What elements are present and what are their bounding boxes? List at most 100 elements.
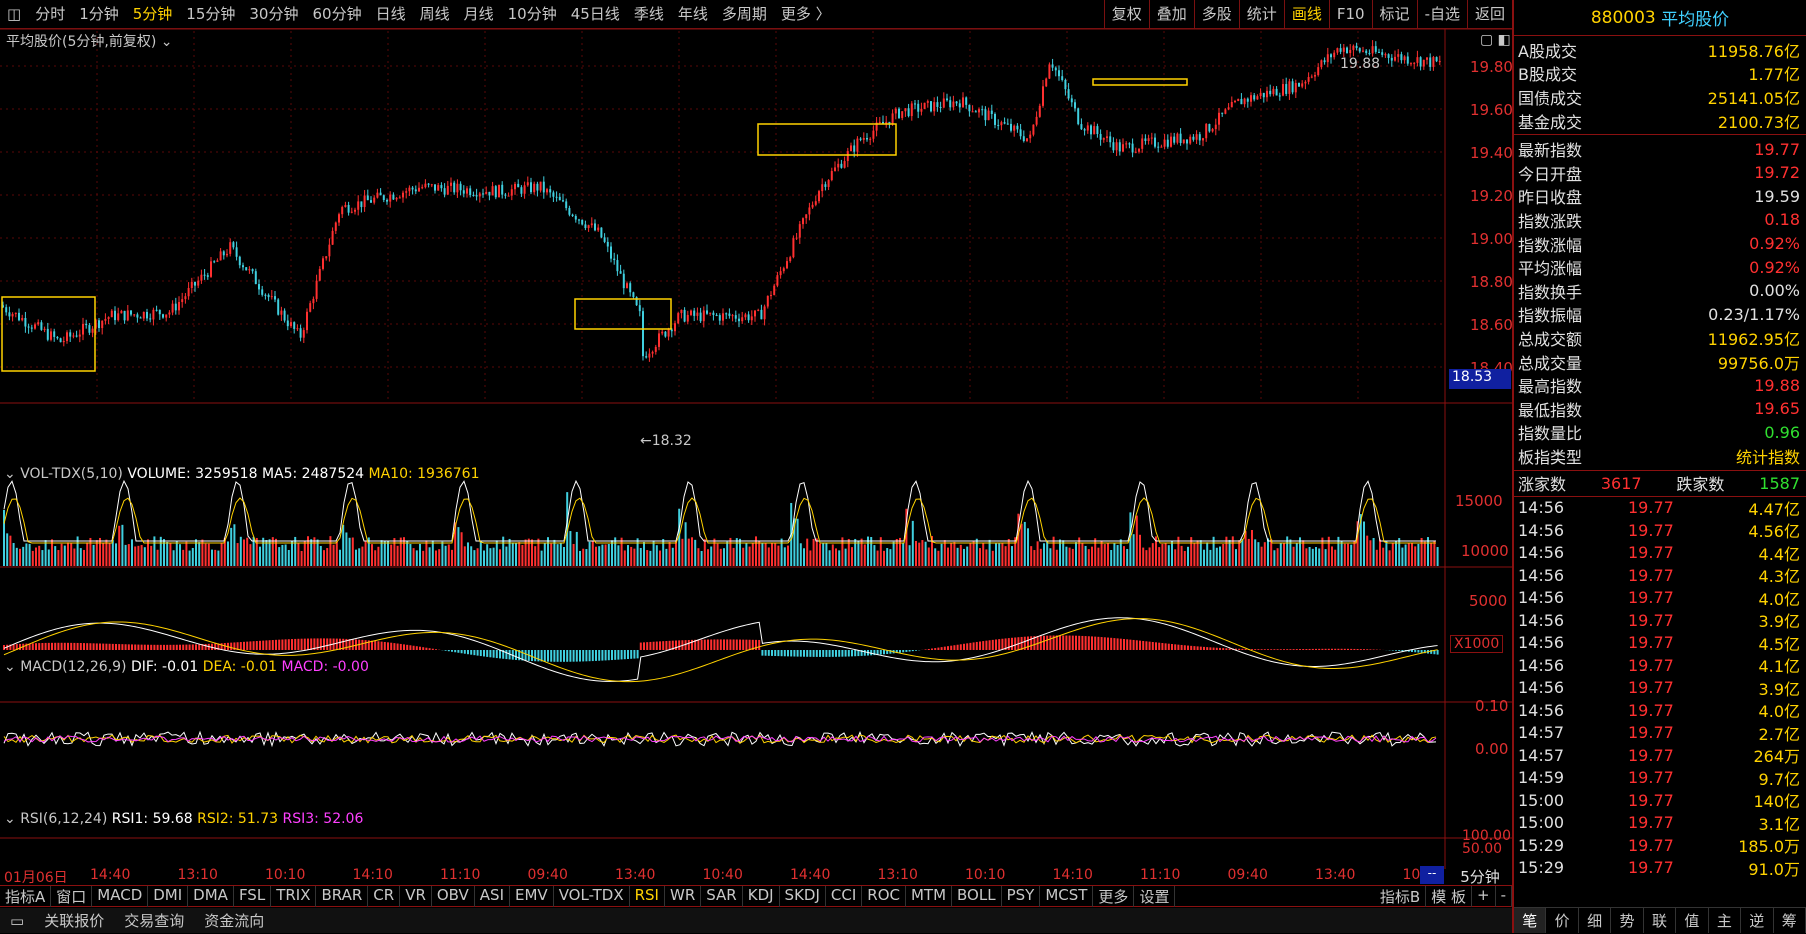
- indicator-tab[interactable]: 窗口: [51, 885, 93, 907]
- indicator-tab[interactable]: RSI: [630, 885, 665, 907]
- footer-quote[interactable]: 关联报价: [34, 910, 114, 931]
- indicator-tab[interactable]: BRAR: [316, 885, 369, 907]
- candle-body: [997, 124, 1000, 126]
- candle-body: [117, 313, 120, 321]
- vol-y-10000: 10000: [1461, 542, 1509, 560]
- sidebar-tab[interactable]: 主: [1709, 908, 1742, 933]
- period-tab[interactable]: 5分钟: [126, 0, 180, 29]
- indicator-control[interactable]: -: [1496, 885, 1512, 907]
- candle-body: [1054, 67, 1057, 71]
- indicator-tab[interactable]: TRIX: [271, 885, 317, 907]
- indicator-control[interactable]: 模 板: [1426, 885, 1472, 907]
- toolbar-button[interactable]: 统计: [1238, 0, 1284, 29]
- candle-body: [616, 260, 619, 272]
- chevron-down-icon[interactable]: ⌄: [4, 659, 16, 675]
- sidebar-tab[interactable]: 联: [1644, 908, 1677, 933]
- indicator-tab[interactable]: DMI: [148, 885, 189, 907]
- indicator-tab[interactable]: SAR: [701, 885, 743, 907]
- candle-body: [773, 285, 776, 296]
- indicator-tab[interactable]: CCI: [826, 885, 863, 907]
- candle-body: [238, 256, 241, 266]
- time-label: 10:40: [702, 867, 743, 883]
- indicator-tab[interactable]: 设置: [1134, 885, 1176, 907]
- candle-body: [1211, 129, 1214, 132]
- period-tab[interactable]: 日线: [369, 0, 413, 29]
- indicator-tab[interactable]: KDJ: [743, 885, 780, 907]
- indicator-tab[interactable]: SKDJ: [780, 885, 826, 907]
- indicator-tab[interactable]: MACD: [92, 885, 149, 907]
- sidebar-tab[interactable]: 细: [1579, 908, 1612, 933]
- window-icon[interactable]: ◫: [0, 0, 28, 29]
- indicator-tab[interactable]: OBV: [432, 885, 475, 907]
- candle-body: [946, 98, 948, 101]
- period-label[interactable]: 5分钟: [1450, 866, 1510, 886]
- indicator-tab[interactable]: BOLL: [952, 885, 1002, 907]
- toolbar-button[interactable]: F10: [1328, 0, 1372, 29]
- quote-value: 99756.0万: [1717, 353, 1800, 373]
- candle-body: [392, 194, 395, 200]
- quote-row: 平均涨幅 0.92%: [1514, 255, 1806, 279]
- indicator-control[interactable]: 指标B: [1375, 885, 1427, 907]
- indicator-tab[interactable]: ROC: [862, 885, 906, 907]
- sidebar-tab[interactable]: 笔: [1514, 908, 1547, 933]
- candle-body: [424, 183, 427, 188]
- period-tab[interactable]: 更多 〉: [774, 0, 838, 29]
- indicator-tab[interactable]: CR: [368, 885, 401, 907]
- candle-body: [1051, 64, 1054, 68]
- period-tab[interactable]: 多周期: [715, 0, 774, 29]
- chart-canvas[interactable]: [0, 29, 1512, 869]
- period-tab[interactable]: 30分钟: [242, 0, 305, 29]
- rsi-rsi2: RSI2: 51.73: [197, 811, 279, 827]
- sidebar-tab[interactable]: 逆: [1741, 908, 1774, 933]
- candle-body: [210, 261, 212, 277]
- tick-cell: 14:59: [1518, 768, 1565, 788]
- chevron-down-icon[interactable]: ⌄: [4, 811, 16, 827]
- indicator-tab[interactable]: MCST: [1040, 885, 1094, 907]
- indicator-tab[interactable]: VOL-TDX: [554, 885, 630, 907]
- period-tab[interactable]: 月线: [457, 0, 501, 29]
- period-tab[interactable]: 60分钟: [305, 0, 368, 29]
- menu-icon[interactable]: ▭: [0, 912, 34, 930]
- toolbar-button[interactable]: 叠加: [1148, 0, 1194, 29]
- sidebar-tab[interactable]: 值: [1676, 908, 1709, 933]
- period-tab[interactable]: 45日线: [564, 0, 627, 29]
- indicator-tab[interactable]: EMV: [510, 885, 554, 907]
- indicator-tab[interactable]: FSL: [234, 885, 272, 907]
- indicator-tab[interactable]: ASI: [475, 885, 510, 907]
- indicator-tab[interactable]: MTM: [906, 885, 953, 907]
- candle-body: [488, 191, 491, 196]
- indicator-tab[interactable]: WR: [665, 885, 702, 907]
- candle-body: [757, 309, 760, 311]
- indicator-tab[interactable]: 指标A: [0, 885, 52, 907]
- sidebar-tab[interactable]: 筹: [1774, 908, 1806, 933]
- period-tab[interactable]: 周线: [413, 0, 457, 29]
- chevron-down-icon[interactable]: ⌄: [4, 466, 16, 482]
- period-tab[interactable]: 季线: [627, 0, 671, 29]
- indicator-tab[interactable]: PSY: [1002, 885, 1041, 907]
- candle-body: [190, 281, 193, 288]
- sidebar-tab[interactable]: 价: [1546, 908, 1579, 933]
- toolbar-button[interactable]: 复权: [1103, 0, 1149, 29]
- candle-body: [1371, 46, 1374, 54]
- indicator-tab[interactable]: 更多: [1093, 885, 1135, 907]
- indicator-tab[interactable]: DMA: [188, 885, 234, 907]
- sidebar-tab[interactable]: 势: [1611, 908, 1644, 933]
- toolbar-button[interactable]: 多股: [1193, 0, 1239, 29]
- candle-body: [1150, 137, 1153, 139]
- toolbar-button[interactable]: -自选: [1416, 0, 1467, 29]
- toolbar-button[interactable]: 画线: [1283, 0, 1329, 29]
- indicator-control[interactable]: +: [1472, 885, 1496, 907]
- candle-body: [1067, 89, 1070, 99]
- toolbar-button[interactable]: 标记: [1371, 0, 1417, 29]
- indicator-tab[interactable]: VR: [400, 885, 432, 907]
- candle-body: [680, 309, 683, 314]
- footer-fund[interactable]: 资金流向: [194, 910, 274, 931]
- period-tab[interactable]: 分时: [28, 0, 72, 29]
- period-tab[interactable]: 1分钟: [72, 0, 126, 29]
- period-tab[interactable]: 10分钟: [501, 0, 564, 29]
- footer-trade[interactable]: 交易查询: [114, 910, 194, 931]
- period-tab[interactable]: 15分钟: [179, 0, 242, 29]
- toolbar-button[interactable]: 返回: [1466, 0, 1512, 29]
- period-tab[interactable]: 年线: [671, 0, 715, 29]
- candle-body: [258, 284, 260, 290]
